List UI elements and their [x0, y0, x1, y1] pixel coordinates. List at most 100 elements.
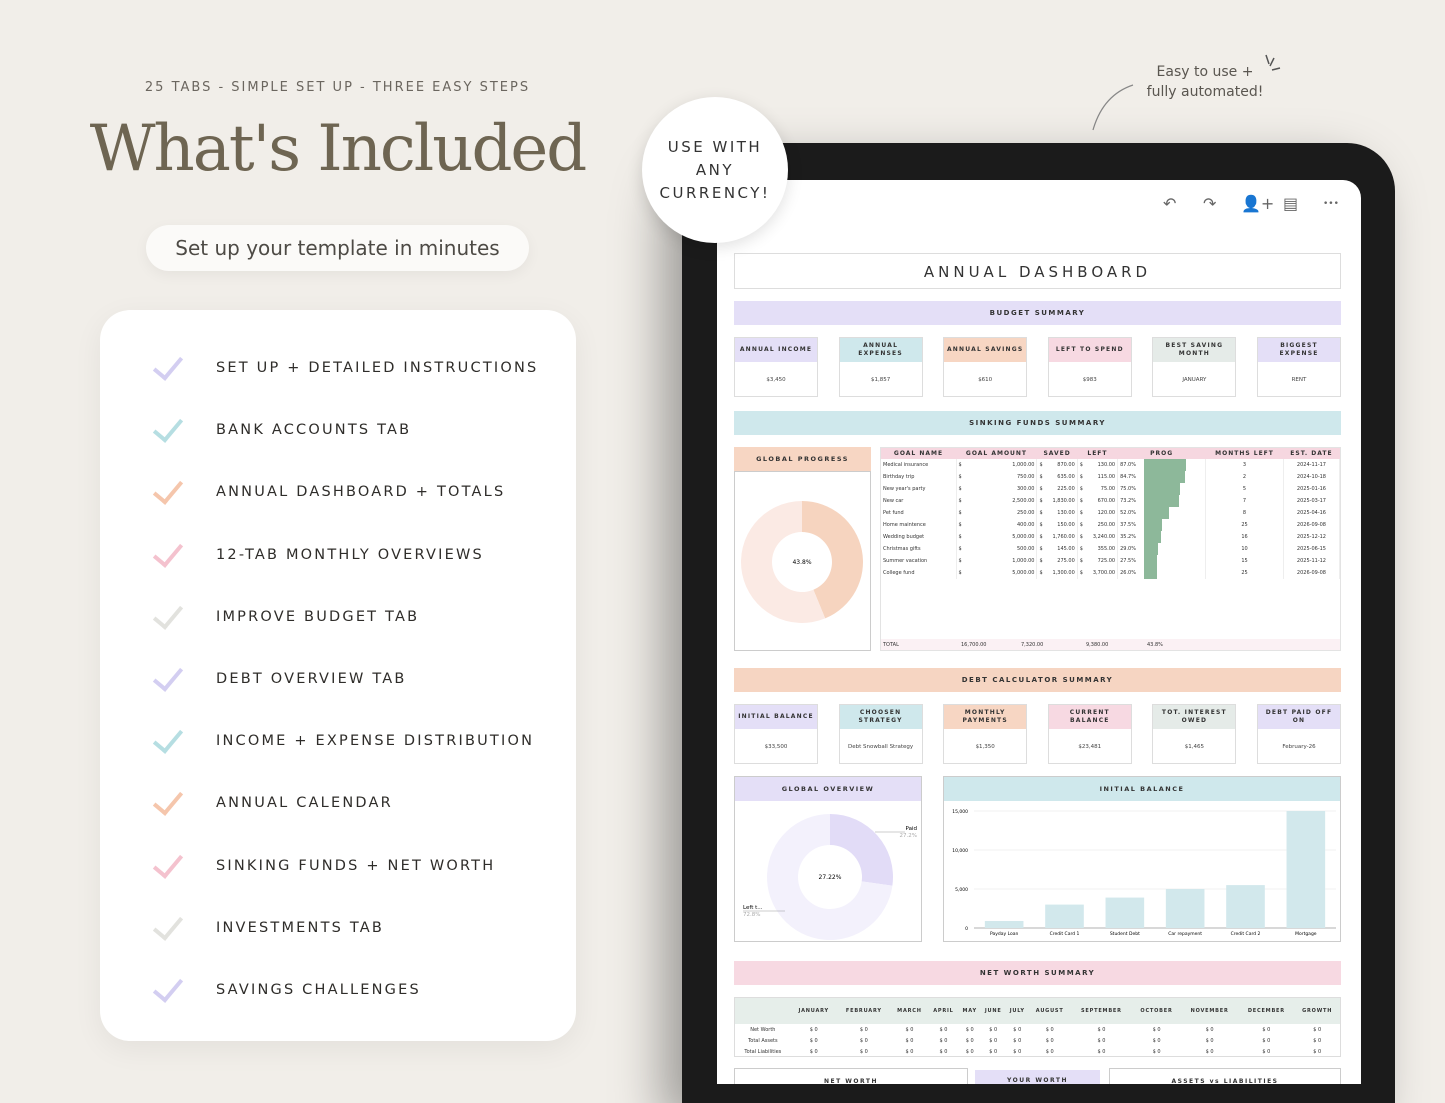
est-date: 2025-06-15	[1283, 543, 1341, 555]
value-cell: $ 0	[1045, 1048, 1054, 1055]
feature-label: ANNUAL DASHBOARD + TOTALS	[216, 484, 506, 501]
amount-cell: $250.00	[956, 507, 1038, 519]
feature-item: INCOME + EXPENSE DISTRIBUTION	[150, 721, 534, 761]
amount-cell: $5,000.00	[956, 531, 1038, 543]
card-label: ANNUAL INCOME	[735, 338, 817, 362]
progress-percent: 75.0%	[1120, 486, 1136, 492]
value-cell: $ 0	[809, 1048, 818, 1055]
table-row: Birthday trip $750.00 $635.00 $115.00 84.7% 2…	[881, 471, 1341, 483]
global-progress-donut: 43.8%	[740, 501, 863, 623]
month-header: DECEMBER	[1238, 998, 1295, 1024]
assets-liabilities-box: ASSETS vs LIABILITIES	[1109, 1068, 1341, 1084]
card-value: February-26	[1282, 743, 1316, 750]
amount-cell: $635.00	[1036, 471, 1078, 483]
est-date: 2025-12-12	[1283, 531, 1341, 543]
amount-cell: $225.00	[1036, 483, 1078, 495]
x-tick-label: Student Debt	[1110, 931, 1140, 937]
add-person-icon[interactable]: 👤+	[1241, 194, 1274, 213]
amount-cell: $145.00	[1036, 543, 1078, 555]
table-row: Christmas gifts $500.00 $145.00 $355.00 29.0…	[881, 543, 1341, 555]
bar	[984, 920, 1024, 928]
value-cell: $ 0	[1205, 1048, 1214, 1055]
goal-name: Wedding budget	[881, 531, 957, 543]
progress-bar	[1144, 459, 1186, 471]
month-header: SEPTEMBER	[1070, 998, 1133, 1024]
months-left: 15	[1205, 555, 1284, 567]
amount-cell: $870.00	[1036, 459, 1078, 471]
value-cell: $ 0	[1152, 1037, 1161, 1044]
comment-icon[interactable]: ▤	[1283, 194, 1298, 213]
progress-bar	[1144, 519, 1163, 531]
card-value: JANUARY	[1182, 376, 1207, 383]
goal-name: New year's party	[881, 483, 957, 495]
est-date: 2024-10-18	[1283, 471, 1341, 483]
months-left: 10	[1205, 543, 1284, 555]
est-date: 2025-04-16	[1283, 507, 1341, 519]
amount-cell: $150.00	[1036, 519, 1078, 531]
summary-card: BIGGEST EXPENSE RENT	[1257, 337, 1341, 397]
row-label: Net Worth	[750, 1026, 776, 1033]
initial-balance-box: INITIAL BALANCE 0 5,000 10,000 15,000 Payday…	[943, 776, 1341, 942]
check-icon	[150, 975, 188, 1005]
card-label: BEST SAVING MONTH	[1153, 338, 1236, 362]
card-value: $1,857	[870, 376, 891, 383]
column-header: LEFT	[1077, 448, 1118, 459]
value-cell: $ 0	[1097, 1037, 1106, 1044]
feature-item: SINKING FUNDS + NET WORTH	[150, 846, 495, 886]
feature-label: SAVINGS CHALLENGES	[216, 982, 421, 998]
bar	[1165, 889, 1205, 928]
feature-item: INVESTMENTS TAB	[150, 908, 384, 948]
month-header: JUNE	[980, 998, 1006, 1024]
month-header: APRIL	[928, 998, 959, 1024]
x-tick-label: Payday Loan	[990, 931, 1019, 937]
months-left: 7	[1205, 495, 1284, 507]
summary-card: MONTHLY PAYMENTS $1,350	[943, 704, 1028, 764]
card-label: MONTHLY PAYMENTS	[944, 705, 1027, 729]
y-tick-label: 5,000	[955, 887, 968, 893]
total-cell: 16,700.00	[961, 641, 987, 648]
amount-cell: $1,760.00	[1036, 531, 1078, 543]
card-label: ANNUAL EXPENSES	[839, 338, 922, 362]
progress-bar	[1144, 555, 1158, 567]
goal-name: Home maintence	[881, 519, 957, 531]
check-icon	[150, 851, 188, 881]
value-cell: $ 0	[1313, 1037, 1322, 1044]
month-header: JANUARY	[790, 998, 837, 1024]
card-label: CURRENT BALANCE	[1048, 705, 1131, 729]
month-header: MARCH	[890, 998, 928, 1024]
redo-icon[interactable]: ↷	[1203, 194, 1216, 213]
summary-card: LEFT TO SPEND $983	[1047, 337, 1132, 397]
global-overview-box: GLOBAL OVERVIEW 27.22% Paid 27.2% Left t...…	[734, 776, 922, 942]
dashboard-title: ANNUAL DASHBOARD	[734, 253, 1341, 289]
tagline: 25 TABS - SIMPLE SET UP - THREE EASY STE…	[144, 80, 531, 95]
amount-cell: $750.00	[956, 471, 1038, 483]
budget-summary-bar: BUDGET SUMMARY	[734, 301, 1341, 325]
curved-arrow-icon	[1092, 84, 1134, 131]
undo-icon[interactable]: ↶	[1163, 194, 1176, 213]
value-cell: $ 0	[1205, 1037, 1214, 1044]
table-row: Total Assets $ 0 $ 0 $ 0 $ 0 $ 0 $ 0 $ 0 $ 0 $ 0 $…	[735, 1035, 1340, 1046]
feature-label: INVESTMENTS TAB	[216, 919, 385, 936]
value-cell: $ 0	[939, 1026, 948, 1033]
feature-item: SAVINGS CHALLENGES	[150, 970, 421, 1010]
amount-cell: $120.00	[1077, 507, 1119, 519]
feature-label: DEBT OVERVIEW TAB	[216, 671, 407, 687]
months-left: 25	[1205, 519, 1284, 531]
x-tick-label: Mortgage	[1295, 931, 1317, 937]
month-header: JULY	[1005, 998, 1029, 1024]
progress-bar	[1144, 507, 1170, 519]
more-icon[interactable]: •••	[1323, 199, 1339, 209]
donut-center-label: 43.8%	[792, 559, 811, 566]
value-cell: $ 0	[809, 1026, 818, 1033]
global-overview-label: GLOBAL OVERVIEW	[735, 777, 921, 801]
amount-cell: $75.00	[1077, 483, 1119, 495]
total-cell: TOTAL	[883, 641, 899, 648]
table-row: Total Liabilities $ 0 $ 0 $ 0 $ 0 $ 0 $ 0 $ 0 $ …	[735, 1046, 1340, 1057]
y-tick-label: 15,000	[952, 809, 968, 815]
amount-cell: $1,830.00	[1036, 495, 1078, 507]
card-label: LEFT TO SPEND	[1048, 338, 1131, 362]
spreadsheet-screen: ↶ ↷ 👤+ ▤ ••• ANNUAL DASHBOARD BUDGET SUMMARY…	[717, 180, 1361, 1084]
goal-name: Summer vacation	[881, 555, 957, 567]
global-overview-donut: 27.22% Paid27.2% Left t...72.8%	[743, 814, 917, 940]
value-cell: $ 0	[1313, 1026, 1322, 1033]
